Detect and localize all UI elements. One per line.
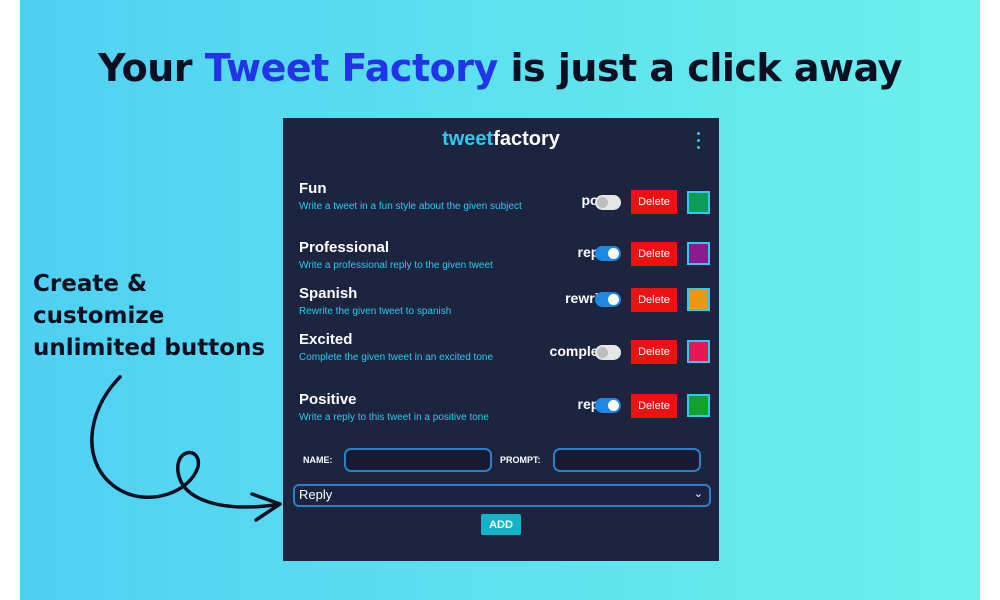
color-swatch[interactable] bbox=[687, 340, 710, 363]
button-row: Positive Write a reply to this tweet in … bbox=[283, 391, 719, 441]
enable-toggle[interactable] bbox=[595, 195, 621, 210]
delete-button[interactable]: Delete bbox=[631, 394, 677, 418]
button-description: Rewrite the given tweet to spanish bbox=[299, 306, 452, 317]
curly-arrow-icon bbox=[90, 375, 282, 522]
button-row: Spanish Rewrite the given tweet to spani… bbox=[283, 285, 719, 335]
button-name: Spanish bbox=[299, 285, 358, 302]
button-description: Write a tweet in a fun style about the g… bbox=[299, 201, 522, 212]
prompt-label: PROMPT: bbox=[500, 455, 541, 465]
headline-post: is just a click away bbox=[497, 46, 902, 90]
app-title: tweetfactory bbox=[283, 128, 719, 151]
delete-button[interactable]: Delete bbox=[631, 288, 677, 312]
button-row: Excited Complete the given tweet in an e… bbox=[283, 331, 719, 381]
button-description: Write a reply to this tweet in a positiv… bbox=[299, 412, 489, 423]
side-caption: Create & customize unlimited buttons bbox=[33, 268, 283, 364]
prompt-input[interactable] bbox=[553, 448, 701, 472]
button-name: Fun bbox=[299, 180, 327, 197]
type-select[interactable]: Reply ⌄ bbox=[293, 484, 711, 507]
add-button[interactable]: ADD bbox=[481, 514, 521, 535]
side-caption-line-3: unlimited buttons bbox=[33, 335, 266, 361]
enable-toggle[interactable] bbox=[595, 246, 621, 261]
enable-toggle[interactable] bbox=[595, 292, 621, 307]
brand-part-1: tweet bbox=[442, 128, 494, 150]
headline: Your Tweet Factory is just a click away bbox=[20, 46, 980, 90]
delete-button[interactable]: Delete bbox=[631, 190, 677, 214]
kebab-menu-icon[interactable] bbox=[697, 132, 701, 150]
color-swatch[interactable] bbox=[687, 394, 710, 417]
button-row: Fun Write a tweet in a fun style about t… bbox=[283, 180, 719, 230]
side-caption-line-2: customize bbox=[33, 303, 165, 329]
enable-toggle[interactable] bbox=[595, 345, 621, 360]
color-swatch[interactable] bbox=[687, 242, 710, 265]
enable-toggle[interactable] bbox=[595, 398, 621, 413]
chevron-down-icon: ⌄ bbox=[693, 488, 703, 500]
name-label: NAME: bbox=[303, 455, 333, 465]
color-swatch[interactable] bbox=[687, 191, 710, 214]
headline-accent: Tweet Factory bbox=[204, 46, 498, 90]
button-name: Positive bbox=[299, 391, 357, 408]
headline-pre: Your bbox=[98, 46, 205, 90]
delete-button[interactable]: Delete bbox=[631, 340, 677, 364]
brand-part-2: factory bbox=[493, 128, 560, 150]
button-name: Excited bbox=[299, 331, 353, 348]
name-input[interactable] bbox=[344, 448, 492, 472]
type-select-value: Reply bbox=[299, 487, 333, 502]
button-description: Write a professional reply to the given … bbox=[299, 260, 493, 271]
tweetfactory-popup: tweetfactory Fun Write a tweet in a fun … bbox=[283, 118, 719, 561]
delete-button[interactable]: Delete bbox=[631, 242, 677, 266]
banner: Your Tweet Factory is just a click away … bbox=[20, 0, 980, 600]
button-description: Complete the given tweet in an excited t… bbox=[299, 352, 494, 363]
button-name: Professional bbox=[299, 239, 390, 256]
color-swatch[interactable] bbox=[687, 288, 710, 311]
button-row: Professional Write a professional reply … bbox=[283, 239, 719, 289]
side-caption-line-1: Create & bbox=[33, 271, 148, 297]
